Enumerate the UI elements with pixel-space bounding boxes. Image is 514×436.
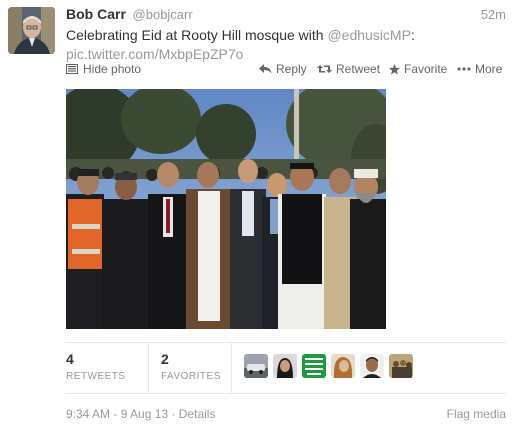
reply-icon xyxy=(259,64,272,74)
reply-label: Reply xyxy=(276,62,307,76)
stats-divider-bottom xyxy=(66,393,506,394)
tweet-header: Bob Carr @bobjcarr 52m xyxy=(66,6,506,24)
tweet-timestamp-link[interactable]: 52m xyxy=(481,7,506,22)
mention-link[interactable]: @edhusicMP xyxy=(327,27,410,43)
author-handle[interactable]: @bobjcarr xyxy=(133,7,193,22)
car-photo-avatar[interactable] xyxy=(244,354,268,378)
hide-photo-label: Hide photo xyxy=(83,62,142,76)
retweets-stat[interactable]: 4 RETWEETS xyxy=(66,343,148,393)
author-avatar[interactable] xyxy=(8,7,55,54)
photo-icon xyxy=(66,64,78,74)
hide-photo-button[interactable]: Hide photo xyxy=(66,62,141,76)
more-label: More xyxy=(475,62,503,76)
reply-button[interactable]: Reply xyxy=(259,62,307,76)
tweet-text: Celebrating Eid at Rooty Hill mosque wit… xyxy=(66,26,506,64)
favorites-count: 2 xyxy=(161,351,169,367)
favorite-label: Favorite xyxy=(404,62,448,76)
avatar-portrait-icon xyxy=(8,7,55,54)
retweet-icon xyxy=(317,65,332,73)
full-timestamp: 9:34 AM - 9 Aug 13 xyxy=(66,407,169,421)
tweet-text-prefix: Celebrating Eid at Rooty Hill mosque wit… xyxy=(66,27,328,43)
star-icon xyxy=(389,63,400,74)
group-photo-avatar[interactable] xyxy=(389,354,413,378)
man-portrait-avatar[interactable] xyxy=(360,354,384,378)
favorite-button[interactable]: Favorite xyxy=(389,62,447,76)
photo-link[interactable]: pic.twitter.com/MxbpEpZP7o xyxy=(66,46,243,62)
footer-separator: · xyxy=(171,407,176,421)
tweet-text-suffix: : xyxy=(410,27,415,43)
tweet-actions: Hide photo Reply Retweet Favorite More xyxy=(66,62,506,80)
author-name[interactable]: Bob Carr xyxy=(66,6,126,22)
woman-hair-avatar[interactable] xyxy=(331,354,355,378)
woman-portrait-avatar[interactable] xyxy=(273,354,297,378)
more-button[interactable]: More xyxy=(457,62,502,76)
tweet-photo[interactable] xyxy=(66,89,386,329)
group-photo-image xyxy=(66,89,386,329)
tweet-stats: 4 RETWEETS 2 FAVORITES xyxy=(66,343,506,393)
details-link[interactable]: Details xyxy=(179,407,216,421)
ellipsis-icon xyxy=(457,67,471,71)
retweets-label: RETWEETS xyxy=(66,371,126,382)
tweet-card: Bob Carr @bobjcarr 52m Celebrating Eid a… xyxy=(0,0,514,436)
favorites-label: FAVORITES xyxy=(161,371,221,382)
favoriter-avatars xyxy=(232,343,413,393)
green-badge-avatar[interactable] xyxy=(302,354,326,378)
retweet-label: Retweet xyxy=(336,62,381,76)
retweets-count: 4 xyxy=(66,351,74,367)
retweet-button[interactable]: Retweet xyxy=(317,62,380,76)
tweet-footer: 9:34 AM - 9 Aug 13 · Details Flag media xyxy=(66,407,506,421)
flag-media-link[interactable]: Flag media xyxy=(447,407,506,421)
favorites-stat[interactable]: 2 FAVORITES xyxy=(149,343,231,393)
